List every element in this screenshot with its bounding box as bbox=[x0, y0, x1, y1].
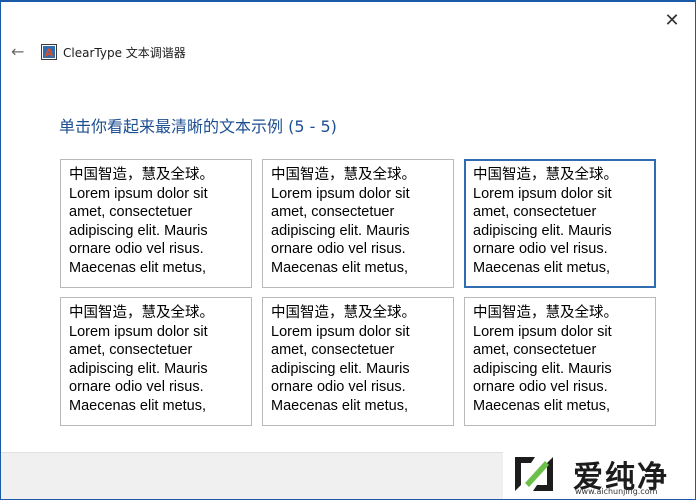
text-sample-6[interactable]: 中国智造，慧及全球。 Lorem ipsum dolor sit amet, c… bbox=[464, 297, 656, 426]
text-sample-1[interactable]: 中国智造，慧及全球。 Lorem ipsum dolor sit amet, c… bbox=[60, 159, 252, 288]
text-sample-5[interactable]: 中国智造，慧及全球。 Lorem ipsum dolor sit amet, c… bbox=[262, 297, 454, 426]
watermark-url: www.aichunjing.com bbox=[575, 487, 658, 496]
watermark: 爱纯净 www.aichunjing.com bbox=[503, 449, 695, 499]
text-sample-3[interactable]: 中国智造，慧及全球。 Lorem ipsum dolor sit amet, c… bbox=[464, 159, 656, 288]
title-bar: ← A ClearType 文本调谐器 bbox=[11, 40, 186, 64]
close-icon[interactable]: ✕ bbox=[661, 10, 683, 32]
sample-text: 中国智造，慧及全球。 Lorem ipsum dolor sit amet, c… bbox=[473, 167, 618, 276]
page-heading: 单击你看起来最清晰的文本示例 (5 - 5) bbox=[59, 117, 337, 136]
sample-text: 中国智造，慧及全球。 Lorem ipsum dolor sit amet, c… bbox=[271, 305, 416, 414]
sample-text: 中国智造，慧及全球。 Lorem ipsum dolor sit amet, c… bbox=[69, 167, 214, 276]
aichunjing-logo-icon bbox=[511, 453, 557, 495]
sample-text: 中国智造，慧及全球。 Lorem ipsum dolor sit amet, c… bbox=[271, 167, 416, 276]
sample-text: 中国智造，慧及全球。 Lorem ipsum dolor sit amet, c… bbox=[69, 305, 214, 414]
cleartype-app-icon: A bbox=[41, 44, 57, 60]
back-arrow-icon[interactable]: ← bbox=[11, 42, 29, 62]
svg-text:A: A bbox=[45, 47, 54, 60]
cleartype-window: ✕ ← A ClearType 文本调谐器 单击你看起来最清晰的文本示例 (5 … bbox=[0, 0, 696, 500]
text-sample-2[interactable]: 中国智造，慧及全球。 Lorem ipsum dolor sit amet, c… bbox=[262, 159, 454, 288]
sample-text: 中国智造，慧及全球。 Lorem ipsum dolor sit amet, c… bbox=[473, 305, 618, 414]
window-title: ClearType 文本调谐器 bbox=[63, 45, 186, 60]
text-sample-4[interactable]: 中国智造，慧及全球。 Lorem ipsum dolor sit amet, c… bbox=[60, 297, 252, 426]
